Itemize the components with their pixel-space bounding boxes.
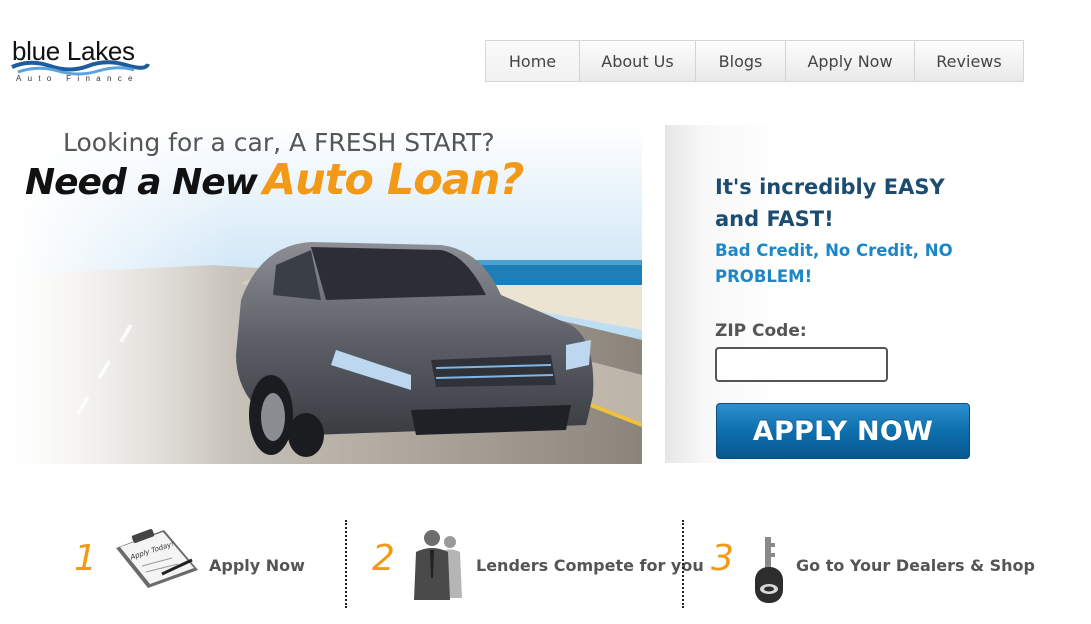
step-3-label: Go to Your Dealers & Shop <box>796 556 1035 575</box>
step-divider-2 <box>682 520 684 608</box>
step-3-number: 3 <box>711 538 734 579</box>
car-key-icon <box>755 537 783 603</box>
hero-title-part2: Auto Loan? <box>262 155 524 205</box>
hero-title: Need a New Auto Loan? <box>25 155 524 205</box>
logo[interactable]: blue Lakes Auto Finance <box>10 34 155 90</box>
apply-now-button[interactable]: APPLY NOW <box>716 403 970 459</box>
businessmen-icon <box>414 530 462 600</box>
zip-code-input[interactable] <box>715 347 888 382</box>
nav-home[interactable]: Home <box>486 41 580 81</box>
logo-tagline: Auto Finance <box>16 74 139 83</box>
nav-blogs[interactable]: Blogs <box>696 41 786 81</box>
step-2-number: 2 <box>372 538 395 579</box>
hero-title-part1: Need a New <box>25 162 258 203</box>
hero-subtitle: Looking for a car, A FRESH START? <box>63 128 495 157</box>
step-1-label: Apply Now <box>209 556 305 575</box>
nav-about-us[interactable]: About Us <box>580 41 696 81</box>
step-1-number: 1 <box>74 538 97 579</box>
apply-panel: It's incredibly EASY and FAST! Bad Credi… <box>665 125 985 463</box>
panel-headline: It's incredibly EASY and FAST! <box>715 175 945 231</box>
nav-apply-now[interactable]: Apply Now <box>786 41 915 81</box>
step-divider-1 <box>345 520 347 608</box>
hero-banner: Looking for a car, A FRESH START? Need a… <box>11 125 642 464</box>
panel-subheadline: Bad Credit, No Credit, NO PROBLEM! <box>715 241 953 286</box>
nav-reviews[interactable]: Reviews <box>915 41 1023 81</box>
zip-label: ZIP Code: <box>715 321 807 341</box>
main-nav: Home About Us Blogs Apply Now Reviews <box>485 40 1024 82</box>
clipboard-icon: Apply Today! <box>116 529 198 588</box>
step-2-label: Lenders Compete for you <box>476 556 704 575</box>
